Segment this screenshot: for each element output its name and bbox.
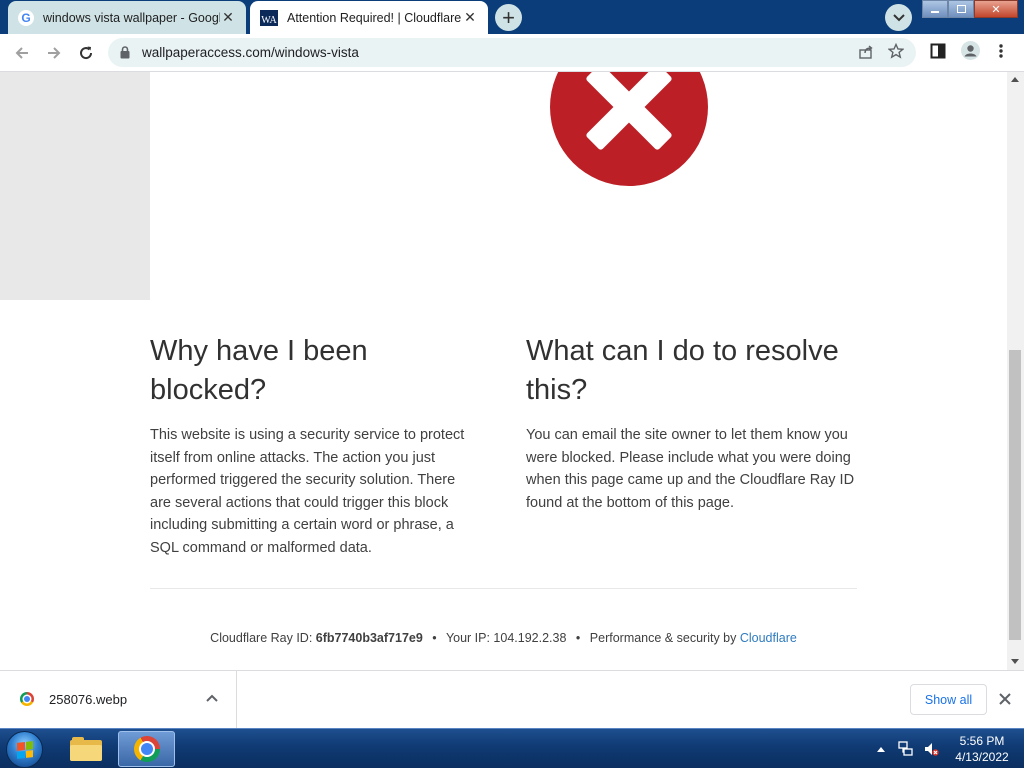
- folder-icon: [69, 737, 102, 761]
- ray-id-label: Cloudflare Ray ID:: [210, 631, 313, 645]
- tab-title: Attention Required! | Cloudflare: [287, 10, 462, 25]
- clock-time: 5:56 PM: [959, 734, 1005, 748]
- download-shelf: 258076.webp Show all: [0, 670, 1024, 728]
- scrollbar-thumb[interactable]: [1009, 350, 1021, 640]
- back-button[interactable]: [9, 40, 35, 66]
- tab-cloudflare[interactable]: WA Attention Required! | Cloudflare ✕: [250, 1, 488, 34]
- performance-line: Performance & security by Cloudflare: [590, 631, 797, 645]
- tray-expand-arrow-icon[interactable]: [877, 746, 885, 752]
- share-icon[interactable]: [858, 44, 874, 60]
- cloudflare-footer: Cloudflare Ray ID: 6fb7740b3af717e9 • Yo…: [0, 631, 1007, 645]
- tab-google-search[interactable]: G windows vista wallpaper - Google ✕: [8, 1, 246, 34]
- tab-strip: G windows vista wallpaper - Google ✕ WA …: [0, 0, 1024, 34]
- download-filename[interactable]: 258076.webp: [49, 692, 127, 707]
- profile-avatar-icon[interactable]: [961, 41, 980, 60]
- browser-toolbar: wallpaperaccess.com/windows-vista: [0, 34, 1024, 72]
- window-controls: ✕: [922, 0, 1018, 19]
- reload-icon: [80, 46, 93, 60]
- separator-dot: •: [575, 631, 581, 645]
- why-blocked-text: This website is using a security service…: [150, 427, 465, 556]
- tab-search-button[interactable]: [885, 4, 912, 31]
- lock-icon[interactable]: [120, 46, 130, 59]
- close-shelf-icon[interactable]: [998, 692, 1012, 706]
- google-icon: G: [18, 9, 34, 26]
- ray-id-value: 6fb7740b3af717e9: [315, 631, 423, 645]
- tab-title: windows vista wallpaper - Google: [43, 10, 220, 25]
- minimize-icon: [931, 11, 939, 13]
- network-icon[interactable]: [898, 741, 914, 757]
- menu-kebab-icon[interactable]: [998, 43, 1004, 59]
- why-blocked-heading: Why have I been blocked?: [150, 335, 368, 406]
- your-ip-text: Your IP: 104.192.2.38: [445, 631, 567, 645]
- start-button[interactable]: [6, 731, 43, 768]
- chevron-up-icon[interactable]: [205, 692, 219, 706]
- close-tab-icon[interactable]: ✕: [462, 9, 478, 26]
- resolve-text: You can email the site owner to let them…: [526, 427, 855, 511]
- show-all-button[interactable]: Show all: [910, 684, 987, 715]
- taskbar-chrome[interactable]: [118, 731, 175, 767]
- side-panel-icon[interactable]: [930, 43, 946, 59]
- scroll-up-arrow-icon[interactable]: [1011, 77, 1019, 82]
- wallpaperaccess-icon: WA: [260, 9, 278, 26]
- taskbar-explorer[interactable]: [57, 731, 114, 767]
- download-item[interactable]: 258076.webp: [0, 671, 237, 728]
- windows-logo-icon: [17, 741, 33, 759]
- separator-dot: •: [432, 631, 437, 645]
- forward-button[interactable]: [41, 40, 67, 66]
- scroll-down-arrow-icon[interactable]: [1011, 659, 1019, 664]
- minimize-button[interactable]: [922, 0, 948, 18]
- windows-taskbar: 5:56 PM 4/13/2022: [0, 728, 1024, 768]
- screenshot-placeholder: [0, 72, 150, 300]
- chevron-down-icon: [892, 13, 905, 21]
- address-bar[interactable]: wallpaperaccess.com/windows-vista: [108, 38, 916, 67]
- back-arrow-icon: [15, 47, 28, 59]
- system-clock[interactable]: 5:56 PM 4/13/2022: [947, 733, 1017, 765]
- vertical-scrollbar[interactable]: [1007, 72, 1024, 670]
- plus-icon: +: [502, 4, 515, 30]
- clock-date: 4/13/2022: [955, 750, 1009, 764]
- url-text[interactable]: wallpaperaccess.com/windows-vista: [142, 45, 359, 60]
- error-x-icon: [550, 72, 708, 186]
- performance-text: Performance & security by: [589, 631, 740, 645]
- bookmark-star-icon[interactable]: [888, 43, 904, 59]
- close-window-button[interactable]: ✕: [974, 0, 1018, 18]
- maximize-button[interactable]: [948, 0, 974, 18]
- close-icon: ✕: [991, 3, 1001, 16]
- close-tab-icon[interactable]: ✕: [220, 9, 236, 26]
- chrome-icon: [133, 736, 160, 762]
- footer-divider: [150, 588, 857, 589]
- forward-arrow-icon: [48, 47, 61, 59]
- chrome-file-icon: [20, 692, 34, 706]
- resolve-heading: What can I do to resolve this?: [526, 335, 839, 406]
- cloudflare-link[interactable]: Cloudflare: [740, 631, 797, 645]
- x-mark: [586, 72, 672, 150]
- restore-icon: [956, 5, 966, 13]
- new-tab-button[interactable]: +: [495, 4, 522, 31]
- reload-button[interactable]: [73, 40, 99, 66]
- volume-muted-icon[interactable]: [923, 741, 939, 757]
